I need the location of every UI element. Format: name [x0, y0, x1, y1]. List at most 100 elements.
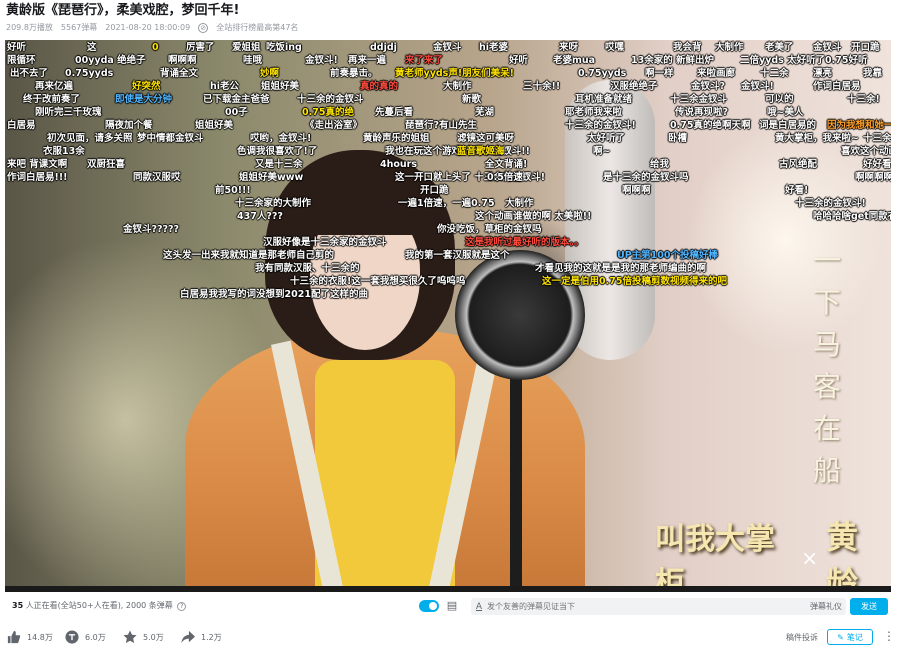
rank-link[interactable]: 全站排行榜最高第47名 — [216, 21, 298, 35]
danmaku-comment: 哦~美人 — [767, 107, 804, 118]
danmaku-comment: 这 — [87, 42, 97, 53]
danmaku-comment: 词是白居易的 — [759, 120, 817, 131]
danmaku-comment: 金钗斗 — [433, 42, 462, 53]
danmaku-comment: 金钗斗????? — [123, 224, 180, 235]
danmaku-input[interactable] — [487, 602, 767, 611]
danmaku-comment: 大制作 — [443, 81, 472, 92]
progress-bar[interactable] — [5, 586, 891, 592]
danmaku-comment: 00yyda 绝绝子 — [75, 55, 146, 66]
note-button[interactable]: ✎ 笔记 — [827, 629, 873, 645]
danmaku-comment: 十三余金钗斗 — [670, 94, 728, 105]
danmaku-comment: 哎嘿 — [605, 42, 625, 53]
danmaku-comment: 0 — [152, 42, 159, 53]
danmaku-comment: 开口跪 — [851, 42, 880, 53]
danmaku-comment: 真的真的 — [360, 81, 399, 92]
danmaku-comment: 汉服好像是十三余家的金钗斗 — [263, 237, 387, 248]
danmaku-comment: 开口跪 — [420, 185, 449, 196]
danmaku-comment: 黄龄声乐的姐姐 — [363, 133, 430, 144]
danmaku-comment: 黄老师yyds声!朋友们美呆! — [395, 68, 515, 79]
danmaku-comment: 前奏暴击。 — [330, 68, 378, 79]
video-page: 黄龄版《琵琶行》，柔美戏腔，梦回千年! 209.8万播放 5567弹幕 2021… — [0, 0, 899, 652]
danmaku-comment: 新歌 — [462, 94, 482, 105]
danmaku-comment: 是十三余的金钗斗吗 — [603, 172, 689, 183]
danmaku-comment: 我有同款汉服、十三余的 — [255, 263, 360, 274]
coin-button[interactable]: 6.0万 — [65, 626, 106, 648]
more-options-icon[interactable]: ⋮ — [883, 629, 895, 643]
danmaku-toggle[interactable] — [419, 600, 439, 612]
danmaku-comment: 好听 — [509, 55, 529, 66]
note-label: 笔记 — [846, 632, 863, 642]
danmaku-comment: UP主第100个投稿好棒 — [617, 250, 719, 261]
like-button[interactable]: 14.8万 — [7, 626, 53, 648]
video-title: 黄龄版《琵琶行》，柔美戏腔，梦回千年! — [6, 3, 240, 18]
send-button[interactable]: 发送 — [850, 598, 888, 615]
no-reprint-icon: ⊘ — [198, 23, 209, 33]
video-player[interactable]: 一下马客在船 叫我大掌柜 × 黄龄 好听这 0 厉害了 爱姐姐 吃饭ing ddjdj 金钗… — [5, 40, 891, 592]
danmaku-comment: 十三余的金钗斗 — [297, 94, 364, 105]
danmaku-comment: 我的第一套汉服就是这个 — [405, 250, 510, 261]
danmaku-comment: 同款汉服哎 — [133, 172, 181, 183]
danmaku-comment: 耳机准备就绪 — [575, 94, 633, 105]
danmaku-comment: 吃饭ing — [266, 42, 302, 53]
danmaku-comment: 来了来了 — [405, 55, 444, 66]
danmaku-comment: 作词白居易!!! — [7, 172, 68, 183]
danmaku-comment: 再来亿遍 — [35, 81, 74, 92]
danmaku-comment: 我会背 — [673, 42, 702, 53]
danmaku-comment: 已下载金主爸爸 — [203, 94, 270, 105]
danmaku-comment: 姐姐好美 — [195, 120, 234, 131]
online-viewers: 35 人正在看(全站50+人在看), 2000 条弹幕 ? — [12, 600, 187, 611]
danmaku-comment: 双厨狂喜 — [87, 159, 126, 170]
share-arrow-icon — [181, 630, 195, 644]
danmaku-comment: 终于改前奏了 — [23, 94, 81, 105]
danmaku-comment: 一遍1倍速，一遍0.75 — [398, 198, 495, 209]
help-icon[interactable]: ? — [177, 602, 187, 611]
danmaku-layer: 好听这 0 厉害了 爱姐姐 吃饭ing ddjdj 金钗斗 hi老婆 来呀 哎嘿 我会背 大制作 老美了… — [5, 40, 891, 380]
danmaku-comment: 00子 — [225, 107, 248, 118]
danmaku-comment: 背诵全文 — [160, 68, 199, 79]
danmaku-comment: 《走出浴室》 — [305, 120, 363, 131]
danmaku-comment: 你没吃饭，草柜的金钗吗 — [437, 224, 542, 235]
danmaku-comment: 即使是大分钟 — [115, 94, 173, 105]
danmaku-comment: 大制作 — [505, 198, 534, 209]
danmaku-comment: 十三余! — [847, 94, 880, 105]
danmaku-comment: 姐姐好美 — [261, 81, 300, 92]
danmaku-settings-icon[interactable]: ▤ — [445, 599, 459, 613]
danmaku-comment: 哈哈哈啥get同款衣服了 — [813, 211, 891, 222]
danmaku-comment: 才看见我的这就是是我的那老师编曲的啊 — [535, 263, 707, 274]
video-header: 黄龄版《琵琶行》，柔美戏腔，梦回千年! 209.8万播放 5567弹幕 2021… — [6, 2, 886, 38]
danmaku-comment: 给我 — [650, 159, 670, 170]
danmaku-comment: 芜湖 — [475, 107, 495, 118]
danmaku-comment: 好听 — [7, 42, 27, 53]
danmaku-style-icon[interactable]: A — [471, 602, 487, 612]
report-link[interactable]: 稿件投诉 — [786, 632, 818, 643]
danmaku-comment: 哎哟，金钗斗! — [250, 133, 312, 144]
share-button[interactable]: 1.2万 — [181, 626, 222, 648]
danmaku-input-box: A 弹幕礼仪 — [471, 598, 846, 615]
danmaku-comment: 这是我听过最好听的版本。。 — [465, 237, 584, 248]
danmaku-comment: 漂亮 — [813, 68, 833, 79]
danmaku-comment: 出不去了 — [10, 68, 49, 79]
danmaku-comment: 隔夜加个餐 — [105, 120, 153, 131]
coin-count: 6.0万 — [85, 632, 106, 642]
danmaku-etiquette-link[interactable]: 弹幕礼仪 — [810, 601, 842, 612]
danmaku-comment: 0.5倍速 — [487, 172, 523, 183]
online-count: 35 — [12, 601, 24, 610]
danmaku-comment: 爱姐姐 — [232, 42, 261, 53]
favorite-count: 5.0万 — [143, 632, 164, 642]
game-logo: 叫我大掌柜 — [655, 522, 775, 592]
danmaku-comment: 0.75好听 — [825, 55, 868, 66]
danmaku-comment: 传说再现啦? — [675, 107, 729, 118]
share-count: 1.2万 — [201, 632, 222, 642]
danmaku-comment: 先蔓后看 — [375, 107, 414, 118]
danmaku-comment: 啊啊啊啊啊 — [855, 172, 891, 183]
danmaku-comment: 黄大掌柜，我来啦~ — [775, 133, 859, 144]
favorite-button[interactable]: 5.0万 — [123, 626, 164, 648]
danmaku-comment: 好好看(●·.·●) — [863, 159, 891, 170]
danmaku-comment: 梦中情都金钗斗 — [137, 133, 204, 144]
danmaku-comment: 十三余的衣服!这一套我想买很久了呜呜呜 — [290, 276, 466, 287]
danmaku-comment: 好突然 — [132, 81, 161, 92]
danmaku-comment: 因为我想和她一起先 — [827, 120, 891, 131]
danmaku-comment: 啊一样 — [645, 68, 674, 79]
danmaku-comment: 初次见面，请多关照 — [47, 133, 133, 144]
danmaku-comment: 限循环 — [7, 55, 36, 66]
